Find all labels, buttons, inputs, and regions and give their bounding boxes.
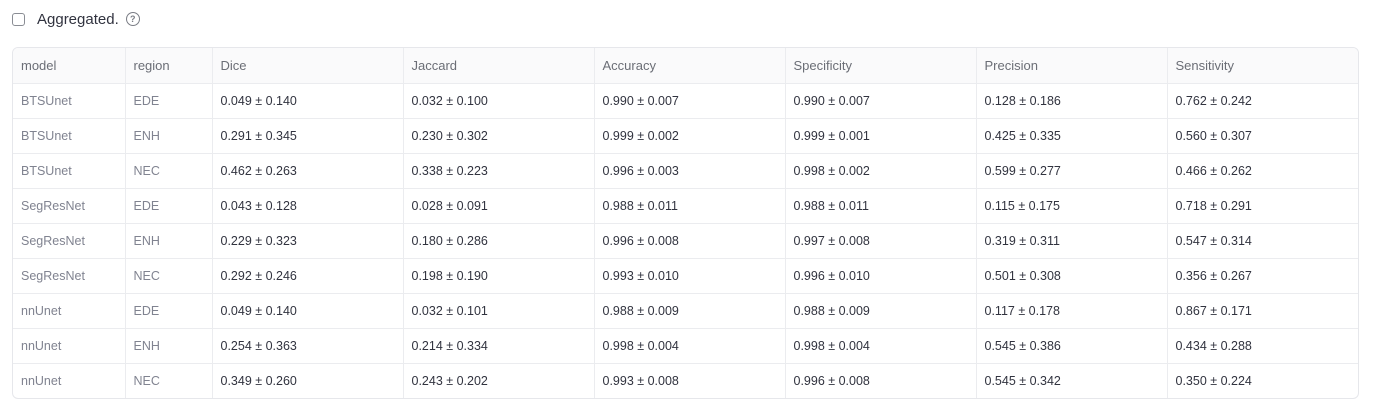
cell-specificity[interactable]: 0.996 ± 0.008 <box>785 363 977 398</box>
cell-model[interactable]: nnUnet <box>13 363 126 398</box>
cell-sensitivity[interactable]: 0.867 ± 0.171 <box>1167 293 1358 329</box>
column-header-region[interactable]: region <box>125 48 213 84</box>
cell-model[interactable]: BTSUnet <box>13 118 126 154</box>
cell-precision[interactable]: 0.545 ± 0.342 <box>976 363 1168 398</box>
cell-sensitivity[interactable]: 0.434 ± 0.288 <box>1167 328 1358 364</box>
cell-accuracy[interactable]: 0.988 ± 0.009 <box>594 293 786 329</box>
cell-jaccard[interactable]: 0.214 ± 0.334 <box>403 328 595 364</box>
cell-dice[interactable]: 0.291 ± 0.345 <box>212 118 404 154</box>
cell-region[interactable]: EDE <box>125 188 213 224</box>
cell-dice[interactable]: 0.462 ± 0.263 <box>212 153 404 189</box>
cell-dice[interactable]: 0.049 ± 0.140 <box>212 83 404 119</box>
cell-specificity[interactable]: 0.988 ± 0.011 <box>785 188 977 224</box>
question-circle-icon[interactable]: ? <box>125 12 140 26</box>
cell-accuracy[interactable]: 0.999 ± 0.002 <box>594 118 786 154</box>
cell-region[interactable]: ENH <box>125 118 213 154</box>
cell-specificity[interactable]: 0.990 ± 0.007 <box>785 83 977 119</box>
table-body: BTSUnet EDE 0.049 ± 0.140 0.032 ± 0.100 0.99… <box>13 83 1358 398</box>
cell-model[interactable]: BTSUnet <box>13 153 126 189</box>
aggregated-label[interactable]: Aggregated. <box>37 11 119 28</box>
cell-model[interactable]: nnUnet <box>13 328 126 364</box>
table-row: nnUnet ENH 0.254 ± 0.363 0.214 ± 0.334 0.998… <box>13 328 1358 364</box>
cell-precision[interactable]: 0.425 ± 0.335 <box>976 118 1168 154</box>
cell-sensitivity[interactable]: 0.718 ± 0.291 <box>1167 188 1358 224</box>
cell-specificity[interactable]: 0.996 ± 0.010 <box>785 258 977 294</box>
cell-dice[interactable]: 0.043 ± 0.128 <box>212 188 404 224</box>
cell-accuracy[interactable]: 0.996 ± 0.008 <box>594 223 786 259</box>
cell-sensitivity[interactable]: 0.466 ± 0.262 <box>1167 153 1358 189</box>
cell-sensitivity[interactable]: 0.762 ± 0.242 <box>1167 83 1358 119</box>
cell-dice[interactable]: 0.229 ± 0.323 <box>212 223 404 259</box>
aggregated-control: Aggregated. ? <box>12 9 140 29</box>
table-header-row: model region Dice Jaccard Accuracy Specificit… <box>13 48 1358 84</box>
cell-sensitivity[interactable]: 0.547 ± 0.314 <box>1167 223 1358 259</box>
table-row: nnUnet NEC 0.349 ± 0.260 0.243 ± 0.202 0.993… <box>13 363 1358 398</box>
metrics-table: model region Dice Jaccard Accuracy Specificit… <box>12 47 1359 399</box>
cell-accuracy[interactable]: 0.996 ± 0.003 <box>594 153 786 189</box>
cell-accuracy[interactable]: 0.993 ± 0.008 <box>594 363 786 398</box>
table-row: SegResNet ENH 0.229 ± 0.323 0.180 ± 0.286 0.… <box>13 223 1358 259</box>
cell-sensitivity[interactable]: 0.356 ± 0.267 <box>1167 258 1358 294</box>
cell-jaccard[interactable]: 0.198 ± 0.190 <box>403 258 595 294</box>
cell-region[interactable]: NEC <box>125 258 213 294</box>
cell-sensitivity[interactable]: 0.350 ± 0.224 <box>1167 363 1358 398</box>
table-row: BTSUnet NEC 0.462 ± 0.263 0.338 ± 0.223 0.99… <box>13 153 1358 189</box>
cell-precision[interactable]: 0.128 ± 0.186 <box>976 83 1168 119</box>
cell-jaccard[interactable]: 0.032 ± 0.101 <box>403 293 595 329</box>
cell-specificity[interactable]: 0.988 ± 0.009 <box>785 293 977 329</box>
cell-jaccard[interactable]: 0.032 ± 0.100 <box>403 83 595 119</box>
column-header-dice[interactable]: Dice <box>212 48 404 84</box>
cell-model[interactable]: SegResNet <box>13 188 126 224</box>
table-row: BTSUnet EDE 0.049 ± 0.140 0.032 ± 0.100 0.99… <box>13 83 1358 119</box>
cell-accuracy[interactable]: 0.998 ± 0.004 <box>594 328 786 364</box>
table-row: SegResNet NEC 0.292 ± 0.246 0.198 ± 0.190 0.… <box>13 258 1358 294</box>
cell-precision[interactable]: 0.599 ± 0.277 <box>976 153 1168 189</box>
cell-region[interactable]: ENH <box>125 223 213 259</box>
cell-accuracy[interactable]: 0.990 ± 0.007 <box>594 83 786 119</box>
cell-precision[interactable]: 0.319 ± 0.311 <box>976 223 1168 259</box>
cell-jaccard[interactable]: 0.180 ± 0.286 <box>403 223 595 259</box>
cell-specificity[interactable]: 0.997 ± 0.008 <box>785 223 977 259</box>
cell-dice[interactable]: 0.254 ± 0.363 <box>212 328 404 364</box>
cell-precision[interactable]: 0.117 ± 0.178 <box>976 293 1168 329</box>
cell-jaccard[interactable]: 0.243 ± 0.202 <box>403 363 595 398</box>
column-header-precision[interactable]: Precision <box>976 48 1168 84</box>
column-header-jaccard[interactable]: Jaccard <box>403 48 595 84</box>
cell-model[interactable]: SegResNet <box>13 258 126 294</box>
table-row: nnUnet EDE 0.049 ± 0.140 0.032 ± 0.101 0.988… <box>13 293 1358 329</box>
cell-model[interactable]: BTSUnet <box>13 83 126 119</box>
cell-dice[interactable]: 0.349 ± 0.260 <box>212 363 404 398</box>
cell-precision[interactable]: 0.115 ± 0.175 <box>976 188 1168 224</box>
cell-region[interactable]: ENH <box>125 328 213 364</box>
cell-region[interactable]: EDE <box>125 293 213 329</box>
cell-precision[interactable]: 0.501 ± 0.308 <box>976 258 1168 294</box>
cell-sensitivity[interactable]: 0.560 ± 0.307 <box>1167 118 1358 154</box>
column-header-specificity[interactable]: Specificity <box>785 48 977 84</box>
cell-jaccard[interactable]: 0.338 ± 0.223 <box>403 153 595 189</box>
cell-model[interactable]: SegResNet <box>13 223 126 259</box>
table-row: BTSUnet ENH 0.291 ± 0.345 0.230 ± 0.302 0.99… <box>13 118 1358 154</box>
cell-specificity[interactable]: 0.998 ± 0.002 <box>785 153 977 189</box>
table-row: SegResNet EDE 0.043 ± 0.128 0.028 ± 0.091 0.… <box>13 188 1358 224</box>
cell-dice[interactable]: 0.049 ± 0.140 <box>212 293 404 329</box>
cell-specificity[interactable]: 0.999 ± 0.001 <box>785 118 977 154</box>
cell-region[interactable]: EDE <box>125 83 213 119</box>
cell-specificity[interactable]: 0.998 ± 0.004 <box>785 328 977 364</box>
cell-jaccard[interactable]: 0.028 ± 0.091 <box>403 188 595 224</box>
cell-model[interactable]: nnUnet <box>13 293 126 329</box>
cell-region[interactable]: NEC <box>125 363 213 398</box>
cell-precision[interactable]: 0.545 ± 0.386 <box>976 328 1168 364</box>
cell-jaccard[interactable]: 0.230 ± 0.302 <box>403 118 595 154</box>
cell-accuracy[interactable]: 0.988 ± 0.011 <box>594 188 786 224</box>
cell-dice[interactable]: 0.292 ± 0.246 <box>212 258 404 294</box>
cell-accuracy[interactable]: 0.993 ± 0.010 <box>594 258 786 294</box>
aggregated-checkbox[interactable] <box>12 12 25 26</box>
column-header-model[interactable]: model <box>13 48 126 84</box>
column-header-sensitivity[interactable]: Sensitivity <box>1167 48 1358 84</box>
cell-region[interactable]: NEC <box>125 153 213 189</box>
column-header-accuracy[interactable]: Accuracy <box>594 48 786 84</box>
